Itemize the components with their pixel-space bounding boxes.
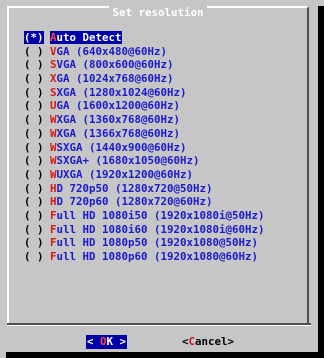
ok-button[interactable]: < OK > <box>86 335 128 349</box>
radio-marker: ( ) <box>24 236 44 250</box>
resolution-option[interactable]: ( ) WSXGA+ (1680x1050@60Hz) <box>24 154 294 168</box>
cancel-button-right-bracket: > <box>227 335 235 348</box>
option-label: ull HD 1080p60 (1920x1080@60Hz) <box>56 250 259 263</box>
option-label: SXGA+ (1680x1050@60Hz) <box>56 154 200 168</box>
ok-button-right-bracket: > <box>113 335 127 348</box>
resolution-option[interactable]: ( ) HD 720p60 (1280x720@60Hz) <box>24 195 294 209</box>
radio-marker: ( ) <box>24 154 44 168</box>
radio-marker: ( ) <box>24 181 44 195</box>
option-label: uto Detect <box>56 31 122 44</box>
resolution-option[interactable]: ( ) VGA (640x480@60Hz) <box>24 45 294 59</box>
cancel-button[interactable]: <Cancel> <box>182 335 234 349</box>
radio-marker: (*) <box>24 31 44 44</box>
resolution-option[interactable]: ( ) Full HD 1080i50 (1920x1080i@50Hz) <box>24 209 294 223</box>
option-label: D 720p60 (1280x720@60Hz) <box>56 195 213 209</box>
option-label: GA (640x480@60Hz) <box>56 44 168 58</box>
resolution-option[interactable]: ( ) WUXGA (1920x1200@60Hz) <box>24 168 294 182</box>
resolution-dialog: Set resolution (*) Auto Detect( ) VGA (6… <box>0 0 318 352</box>
option-hotkey: A <box>50 31 57 44</box>
radio-marker: ( ) <box>24 250 44 263</box>
radio-marker: ( ) <box>24 208 44 222</box>
option-label: XGA (1280x1024@60Hz) <box>56 85 187 99</box>
option-label: GA (1024x768@60Hz) <box>56 72 174 86</box>
resolution-option[interactable]: ( ) HD 720p50 (1280x720@50Hz) <box>24 182 294 196</box>
resolution-option[interactable]: ( ) WSXGA (1440x900@60Hz) <box>24 141 294 155</box>
resolution-option[interactable]: ( ) XGA (1024x768@60Hz) <box>24 72 294 86</box>
radio-marker: ( ) <box>24 140 44 154</box>
radio-marker: ( ) <box>24 58 44 72</box>
option-label: XGA (1360x768@60Hz) <box>56 113 181 127</box>
button-separator-highlight <box>7 325 311 326</box>
ok-button-left-bracket: < <box>87 335 101 348</box>
cancel-button-label: ancel <box>195 335 228 348</box>
radio-marker: ( ) <box>24 113 44 127</box>
option-label: XGA (1366x768@60Hz) <box>56 126 181 140</box>
radio-marker: ( ) <box>24 72 44 86</box>
option-label: ull HD 1080p50 (1920x1080@50Hz) <box>56 236 259 250</box>
option-label: UXGA (1920x1200@60Hz) <box>56 167 194 181</box>
resolution-option[interactable]: ( ) Full HD 1080p50 (1920x1080@50Hz) <box>24 236 294 250</box>
resolution-option[interactable]: (*) Auto Detect <box>24 31 294 45</box>
button-bar: < OK > <Cancel> <box>0 335 318 349</box>
resolution-option[interactable]: ( ) WXGA (1360x768@60Hz) <box>24 113 294 127</box>
radio-marker: ( ) <box>24 222 44 236</box>
dialog-title: Set resolution <box>109 6 207 19</box>
option-label: SXGA (1440x900@60Hz) <box>56 140 187 154</box>
radio-marker: ( ) <box>24 167 44 181</box>
resolution-option[interactable]: ( ) SXGA (1280x1024@60Hz) <box>24 86 294 100</box>
option-label: ull HD 1080i50 (1920x1080i@50Hz) <box>56 208 265 222</box>
radio-marker: ( ) <box>24 99 44 113</box>
radio-marker: ( ) <box>24 126 44 140</box>
radio-marker: ( ) <box>24 44 44 58</box>
resolution-option[interactable]: ( ) UGA (1600x1200@60Hz) <box>24 99 294 113</box>
radio-marker: ( ) <box>24 195 44 209</box>
resolution-option[interactable]: ( ) Full HD 1080i60 (1920x1080i@60Hz) <box>24 223 294 237</box>
radio-marker: ( ) <box>24 85 44 99</box>
option-label: GA (1600x1200@60Hz) <box>56 99 181 113</box>
option-label: ull HD 1080i60 (1920x1080i@60Hz) <box>56 222 265 236</box>
resolution-option[interactable]: ( ) SVGA (800x600@60Hz) <box>24 58 294 72</box>
option-label: D 720p50 (1280x720@50Hz) <box>56 181 213 195</box>
resolution-radio-list: (*) Auto Detect( ) VGA (640x480@60Hz)( )… <box>24 31 294 264</box>
option-label: VGA (800x600@60Hz) <box>56 58 174 72</box>
dialog-title-bar: Set resolution <box>9 6 307 19</box>
resolution-option[interactable]: ( ) Full HD 1080p60 (1920x1080@60Hz) <box>24 250 294 264</box>
resolution-option[interactable]: ( ) WXGA (1366x768@60Hz) <box>24 127 294 141</box>
